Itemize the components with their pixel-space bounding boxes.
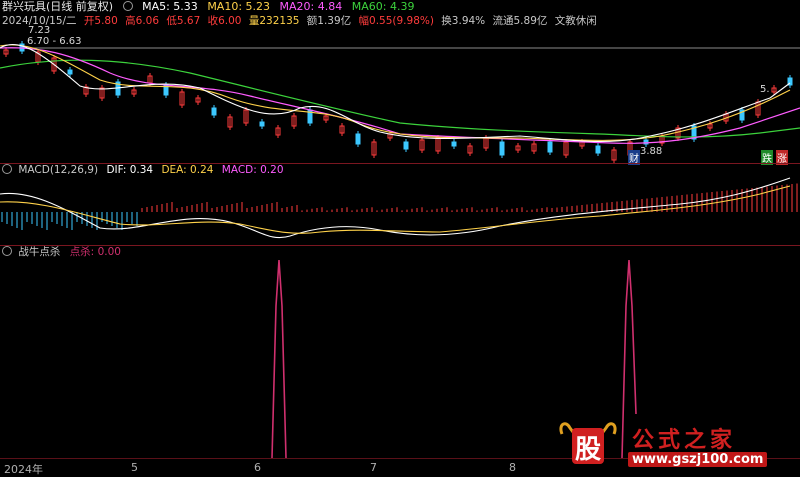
macd-dea: DEA: 0.24 [161,164,214,176]
macd-value: MACD: 0.20 [221,164,284,176]
signal-title: 战牛点杀 [18,246,61,258]
quote-volume: 量232135 [248,15,300,27]
watermark-brand: 公式之家 [632,427,737,453]
ma5-label: MA5: 5.33 [142,0,198,13]
x-label-jul: 7 [370,461,377,474]
chart-header: 群兴玩具(日线 前复权) MA5: 5.33 MA10: 5.23 MA20: … [2,0,420,14]
macd-settings-icon[interactable] [2,164,12,174]
quote-amount: 额1.39亿 [306,15,352,27]
signal-settings-icon[interactable] [2,246,12,256]
quote-change: 幅0.55(9.98%) [358,15,434,27]
ma60-line [0,59,800,138]
watermark-logo: 股 [558,420,618,468]
price-chart[interactable]: 5. 7.23 6.70 - 6.63 3.88 财 跌 涨 [0,25,800,165]
quote-low: 低5.67 [166,15,201,27]
ma10-label: MA10: 5.23 [207,0,271,13]
stock-title: 群兴玩具(日线 前复权) [2,0,114,13]
quote-close: 收6.00 [207,15,242,27]
quote-open: 开5.80 [83,15,118,27]
watermark-url: www.gszj100.com [628,452,768,467]
quote-turnover: 换3.94% [441,15,486,27]
settings-icon[interactable] [122,1,133,11]
high-price-mark: 7.23 [28,25,51,36]
signal-header: 战牛点杀 点杀: 0.00 [2,246,121,259]
macd-title: MACD(12,26,9) [18,164,99,176]
range-mark: 6.70 - 6.63 [27,36,82,47]
price-chart-svg: 5. [0,41,800,163]
macd-dif: DIF: 0.34 [106,164,154,176]
signal-spike-1 [271,259,287,458]
ma20-label: MA20: 4.84 [279,0,343,13]
low-price-mark: 3.88 [640,146,663,157]
macd-panel[interactable]: MACD(12,26,9) DIF: 0.34 DEA: 0.24 MACD: … [0,164,800,245]
macd-header: MACD(12,26,9) DIF: 0.34 DEA: 0.24 MACD: … [2,164,284,177]
x-label-may: 5 [131,461,138,474]
quote-float-cap: 流通5.89亿 [492,15,548,27]
x-label-aug: 8 [509,461,516,474]
quote-concept: 文教休闲 [554,15,597,27]
quote-high: 高6.06 [125,15,160,27]
x-label-jun: 6 [254,461,261,474]
signal-value: 点杀: 0.00 [69,246,121,258]
quote-bar: 2024/10/15/二 开5.80 高6.06 低5.67 收6.00 量23… [2,14,601,28]
watermark-logo-char: 股 [574,435,601,465]
ma60-label: MA60: 4.39 [351,0,415,13]
last-price-mark: 5. [760,84,770,95]
